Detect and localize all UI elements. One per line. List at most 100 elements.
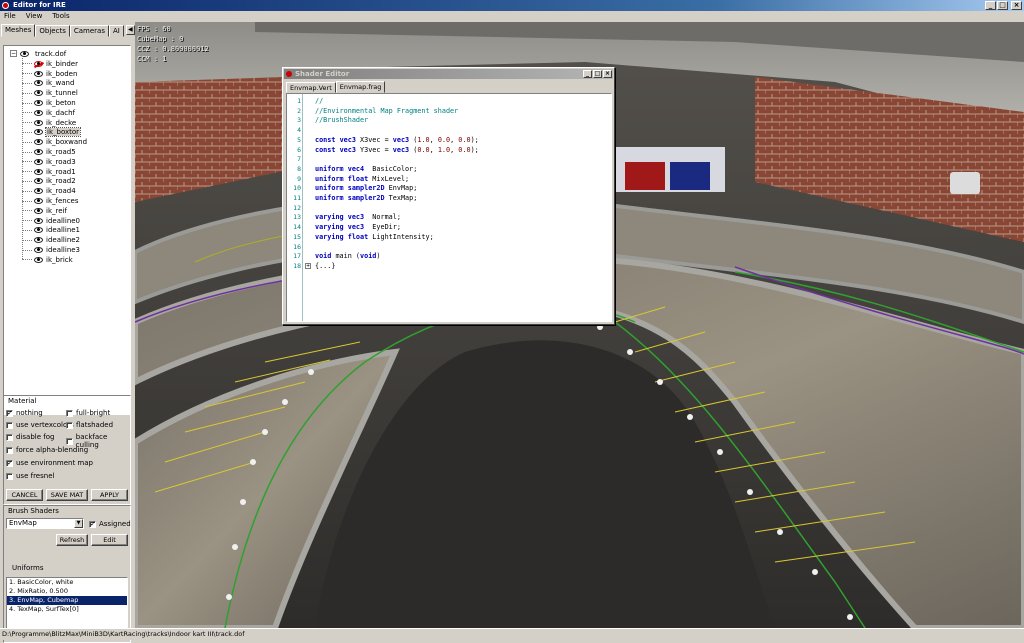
uniform-item[interactable]: 1. BasicColor, white <box>7 578 127 587</box>
tree-item[interactable]: ik_road2 <box>22 177 76 187</box>
eye-icon[interactable] <box>34 149 43 156</box>
tree-item[interactable]: ik_road4 <box>22 186 76 196</box>
eye-icon[interactable] <box>34 90 43 97</box>
checkbox-use-environment-map[interactable]: ✓ use environment map <box>6 459 93 467</box>
checkbox-box[interactable]: ✓ <box>89 520 96 528</box>
shader-editor-titlebar[interactable]: Shader Editor _ □ × <box>284 69 613 79</box>
tree-item[interactable]: ik_boxwand <box>22 137 87 147</box>
checkbox-use-fresnel[interactable]: use fresnel <box>6 472 54 480</box>
cancel-button[interactable]: CANCEL <box>6 489 43 501</box>
tab-objects[interactable]: Objects <box>35 25 70 37</box>
refresh-button[interactable]: Refresh <box>56 534 88 546</box>
tree-root[interactable]: − track.dof <box>10 49 66 58</box>
close-button[interactable]: × <box>603 70 612 78</box>
tree-item[interactable]: ik_decke <box>22 118 76 128</box>
tab-cameras[interactable]: Cameras <box>69 25 109 37</box>
menu-tools[interactable]: Tools <box>52 11 69 22</box>
shader-editor-window[interactable]: Shader Editor _ □ × Envmap.Vert Envmap.f… <box>282 67 615 325</box>
minimize-button[interactable]: _ <box>583 70 592 78</box>
tab-scroll-left-icon[interactable]: ◀ <box>125 25 135 35</box>
eye-hidden-icon[interactable] <box>34 60 43 67</box>
checkbox-full-bright[interactable]: full-bright <box>66 409 110 417</box>
eye-icon[interactable] <box>34 178 43 185</box>
collapse-icon[interactable]: − <box>10 50 17 57</box>
checkbox-disable-fog[interactable]: disable fog <box>6 433 54 441</box>
tab-ai[interactable]: AI <box>108 25 124 37</box>
tree-item[interactable]: ik_fences <box>22 196 79 206</box>
tab-envmap-frag[interactable]: Envmap.frag <box>335 81 386 93</box>
uniform-item[interactable]: 3. EnvMap, Cubemap <box>7 596 127 605</box>
chevron-down-icon[interactable]: ▼ <box>74 519 83 528</box>
eye-icon[interactable] <box>34 139 43 146</box>
eye-icon[interactable] <box>20 50 29 57</box>
tree-item[interactable]: ik_road1 <box>22 167 76 177</box>
eye-icon[interactable] <box>34 109 43 116</box>
checkbox-box[interactable] <box>66 437 73 445</box>
eye-icon[interactable] <box>34 80 43 87</box>
uniform-item[interactable]: 2. MixRatio, 0.500 <box>7 587 127 596</box>
tree-connector <box>22 210 32 212</box>
eye-icon[interactable] <box>34 256 43 263</box>
fold-expand-icon[interactable]: + <box>305 263 311 270</box>
eye-icon[interactable] <box>34 227 43 234</box>
eye-icon[interactable] <box>34 188 43 195</box>
tree-item[interactable]: ik_brick <box>22 255 73 265</box>
tree-item[interactable]: ik_boden <box>22 69 77 79</box>
title-bar: Editor for IRE _ □ × <box>0 0 1024 11</box>
tree-item[interactable]: ik_reif <box>22 206 67 216</box>
apply-button[interactable]: APPLY <box>91 489 128 501</box>
minimize-button[interactable]: _ <box>985 1 996 10</box>
code-editor[interactable]: 1 2 3 4 5 6 7 8 9 10 11 12 13 14 15 16 17 18 ////Environm… <box>286 93 612 322</box>
checkbox-box[interactable] <box>6 433 13 441</box>
checkbox-box[interactable] <box>6 472 13 480</box>
uniform-item[interactable]: 4. TexMap, SurfTex[0] <box>7 605 127 614</box>
tree-connector <box>22 161 32 163</box>
tree-item[interactable]: ik_road3 <box>22 157 76 167</box>
maximize-button[interactable]: □ <box>593 70 602 78</box>
close-button[interactable]: × <box>1011 1 1022 10</box>
maximize-button[interactable]: □ <box>997 1 1008 10</box>
tree-item[interactable]: ik_tunnel <box>22 88 78 98</box>
checkbox-box[interactable]: ✓ <box>6 409 13 417</box>
eye-icon[interactable] <box>34 129 43 136</box>
save-mat-button[interactable]: SAVE MAT <box>46 489 88 501</box>
checkbox-box[interactable] <box>66 421 73 429</box>
shader-select[interactable]: EnvMap ▼ <box>6 518 84 529</box>
tree-connector <box>22 92 32 94</box>
checkbox-use-vertexcolors[interactable]: use vertexcolors <box>6 421 74 429</box>
mesh-tree[interactable]: − track.dof ik_binder ik_boden ik_wand ik_t… <box>3 45 131 415</box>
checkbox-box[interactable]: ✓ <box>6 459 13 467</box>
checkbox-box[interactable] <box>66 409 73 417</box>
checkbox-flatshaded[interactable]: flatshaded <box>66 421 113 429</box>
tree-item[interactable]: ik_beton <box>22 98 76 108</box>
eye-icon[interactable] <box>34 168 43 175</box>
eye-icon[interactable] <box>34 198 43 205</box>
checkbox-assigned[interactable]: ✓ Assigned <box>89 520 131 528</box>
checkbox-box[interactable] <box>6 446 13 454</box>
checkbox-nothing[interactable]: ✓ nothing <box>6 409 43 417</box>
edit-button[interactable]: Edit <box>91 534 128 546</box>
tab-envmap-vert[interactable]: Envmap.Vert <box>286 82 336 93</box>
eye-icon[interactable] <box>34 70 43 77</box>
tree-item[interactable]: idealline1 <box>22 226 80 236</box>
tree-item[interactable]: idealline0 <box>22 216 80 226</box>
menu-view[interactable]: View <box>26 11 43 22</box>
menu-file[interactable]: File <box>4 11 16 22</box>
checkbox-force-alpha-blending[interactable]: force alpha-blending <box>6 446 88 454</box>
eye-icon[interactable] <box>34 100 43 107</box>
tree-item[interactable]: ik_wand <box>22 79 74 89</box>
eye-icon[interactable] <box>34 237 43 244</box>
eye-icon[interactable] <box>34 119 43 126</box>
checkbox-box[interactable] <box>6 421 13 429</box>
eye-icon[interactable] <box>34 217 43 224</box>
tree-item[interactable]: idealline2 <box>22 235 80 245</box>
tab-meshes[interactable]: Meshes <box>1 24 36 37</box>
eye-icon[interactable] <box>34 207 43 214</box>
tree-item[interactable]: ik_road5 <box>22 147 76 157</box>
tree-item[interactable]: ik_boxtor <box>22 127 82 138</box>
eye-icon[interactable] <box>34 158 43 165</box>
tree-item[interactable]: ik_dachf <box>22 108 75 118</box>
tree-item[interactable]: idealline3 <box>22 245 80 255</box>
tree-item[interactable]: ik_binder <box>22 59 78 69</box>
eye-icon[interactable] <box>34 247 43 254</box>
